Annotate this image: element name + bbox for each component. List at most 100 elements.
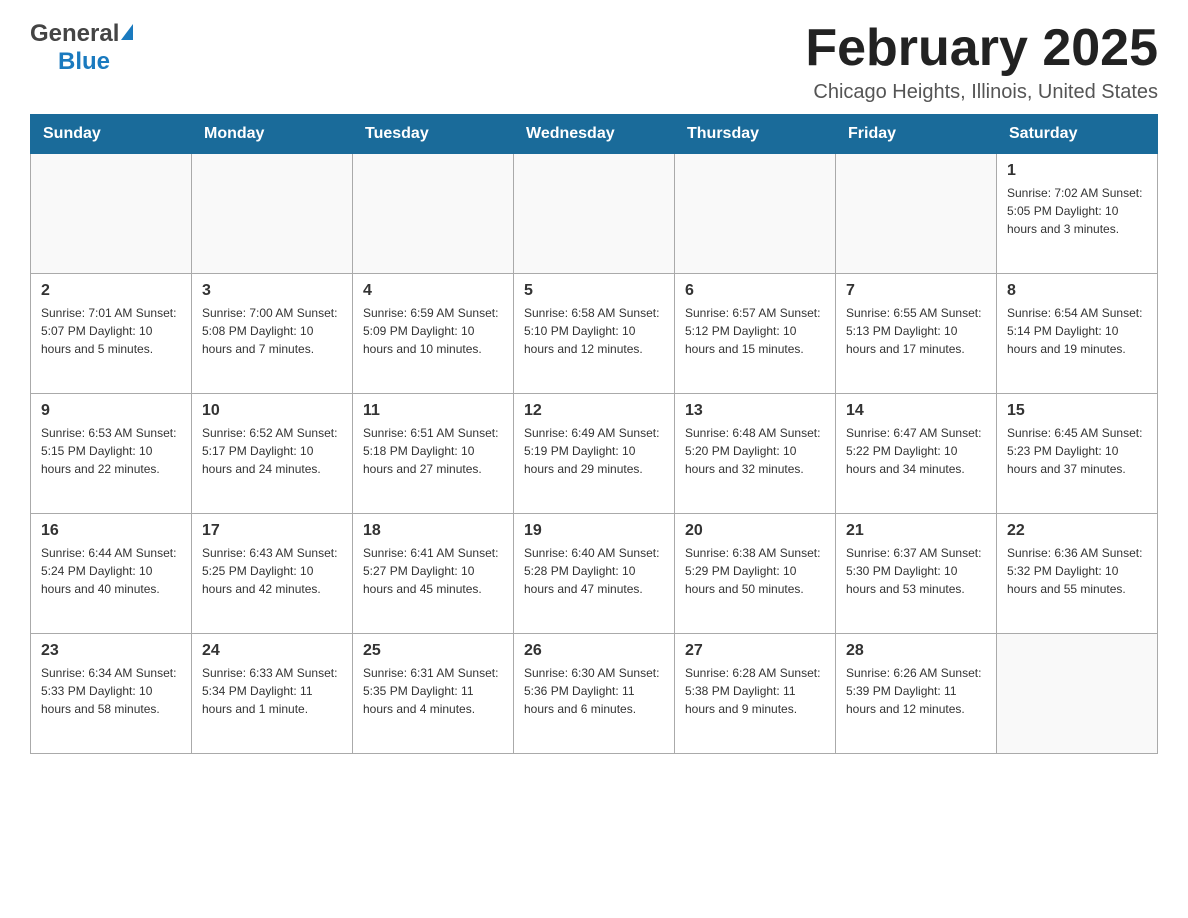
calendar-cell: 23 Sunrise: 6:34 AM Sunset: 5:33 PM Dayli… <box>31 634 192 754</box>
calendar-cell: 7 Sunrise: 6:55 AM Sunset: 5:13 PM Daylig… <box>836 274 997 394</box>
day-number: 23 <box>41 642 181 660</box>
column-header-monday: Monday <box>192 115 353 154</box>
day-info: Sunrise: 6:33 AM Sunset: 5:34 PM Dayligh… <box>202 664 342 718</box>
calendar-cell <box>353 154 514 274</box>
calendar-cell: 20 Sunrise: 6:38 AM Sunset: 5:29 PM Dayli… <box>675 514 836 634</box>
day-number: 15 <box>1007 402 1147 420</box>
day-number: 19 <box>524 522 664 540</box>
day-number: 27 <box>685 642 825 660</box>
day-info: Sunrise: 6:26 AM Sunset: 5:39 PM Dayligh… <box>846 664 986 718</box>
day-info: Sunrise: 6:44 AM Sunset: 5:24 PM Dayligh… <box>41 544 181 598</box>
day-number: 1 <box>1007 162 1147 180</box>
day-number: 18 <box>363 522 503 540</box>
calendar-cell: 14 Sunrise: 6:47 AM Sunset: 5:22 PM Dayli… <box>836 394 997 514</box>
day-info: Sunrise: 6:31 AM Sunset: 5:35 PM Dayligh… <box>363 664 503 718</box>
calendar-cell: 13 Sunrise: 6:48 AM Sunset: 5:20 PM Dayli… <box>675 394 836 514</box>
day-info: Sunrise: 6:40 AM Sunset: 5:28 PM Dayligh… <box>524 544 664 598</box>
calendar-cell: 1 Sunrise: 7:02 AM Sunset: 5:05 PM Daylig… <box>997 154 1158 274</box>
column-header-friday: Friday <box>836 115 997 154</box>
day-number: 21 <box>846 522 986 540</box>
calendar-cell <box>514 154 675 274</box>
day-number: 25 <box>363 642 503 660</box>
day-number: 14 <box>846 402 986 420</box>
day-number: 20 <box>685 522 825 540</box>
calendar-cell <box>31 154 192 274</box>
calendar-cell: 22 Sunrise: 6:36 AM Sunset: 5:32 PM Dayli… <box>997 514 1158 634</box>
calendar-cell: 2 Sunrise: 7:01 AM Sunset: 5:07 PM Daylig… <box>31 274 192 394</box>
day-number: 11 <box>363 402 503 420</box>
calendar-week-4: 16 Sunrise: 6:44 AM Sunset: 5:24 PM Dayli… <box>31 514 1158 634</box>
calendar-cell: 15 Sunrise: 6:45 AM Sunset: 5:23 PM Dayli… <box>997 394 1158 514</box>
calendar-cell: 3 Sunrise: 7:00 AM Sunset: 5:08 PM Daylig… <box>192 274 353 394</box>
day-info: Sunrise: 6:49 AM Sunset: 5:19 PM Dayligh… <box>524 424 664 478</box>
calendar-cell: 4 Sunrise: 6:59 AM Sunset: 5:09 PM Daylig… <box>353 274 514 394</box>
page-header: General Blue February 2025 Chicago Heigh… <box>30 20 1158 104</box>
day-info: Sunrise: 7:00 AM Sunset: 5:08 PM Dayligh… <box>202 304 342 358</box>
day-info: Sunrise: 6:30 AM Sunset: 5:36 PM Dayligh… <box>524 664 664 718</box>
day-number: 12 <box>524 402 664 420</box>
day-number: 13 <box>685 402 825 420</box>
day-info: Sunrise: 6:45 AM Sunset: 5:23 PM Dayligh… <box>1007 424 1147 478</box>
calendar-header-row: SundayMondayTuesdayWednesdayThursdayFrid… <box>31 115 1158 154</box>
day-info: Sunrise: 7:02 AM Sunset: 5:05 PM Dayligh… <box>1007 184 1147 238</box>
day-info: Sunrise: 6:48 AM Sunset: 5:20 PM Dayligh… <box>685 424 825 478</box>
day-number: 6 <box>685 282 825 300</box>
calendar-cell: 24 Sunrise: 6:33 AM Sunset: 5:34 PM Dayli… <box>192 634 353 754</box>
calendar-cell <box>836 154 997 274</box>
title-section: February 2025 Chicago Heights, Illinois,… <box>805 20 1158 104</box>
day-number: 28 <box>846 642 986 660</box>
day-number: 4 <box>363 282 503 300</box>
day-info: Sunrise: 6:59 AM Sunset: 5:09 PM Dayligh… <box>363 304 503 358</box>
logo-blue-text: Blue <box>58 48 110 76</box>
day-number: 3 <box>202 282 342 300</box>
day-number: 2 <box>41 282 181 300</box>
day-number: 8 <box>1007 282 1147 300</box>
calendar-cell <box>997 634 1158 754</box>
day-info: Sunrise: 6:51 AM Sunset: 5:18 PM Dayligh… <box>363 424 503 478</box>
day-info: Sunrise: 6:43 AM Sunset: 5:25 PM Dayligh… <box>202 544 342 598</box>
day-number: 26 <box>524 642 664 660</box>
day-info: Sunrise: 7:01 AM Sunset: 5:07 PM Dayligh… <box>41 304 181 358</box>
day-info: Sunrise: 6:57 AM Sunset: 5:12 PM Dayligh… <box>685 304 825 358</box>
calendar-week-3: 9Sunrise: 6:53 AM Sunset: 5:15 PM Daylig… <box>31 394 1158 514</box>
calendar-cell: 18Sunrise: 6:41 AM Sunset: 5:27 PM Dayli… <box>353 514 514 634</box>
day-info: Sunrise: 6:36 AM Sunset: 5:32 PM Dayligh… <box>1007 544 1147 598</box>
calendar-week-1: 1 Sunrise: 7:02 AM Sunset: 5:05 PM Daylig… <box>31 154 1158 274</box>
calendar-cell <box>192 154 353 274</box>
logo: General Blue <box>30 20 133 76</box>
calendar-cell: 8 Sunrise: 6:54 AM Sunset: 5:14 PM Daylig… <box>997 274 1158 394</box>
calendar-cell: 25 Sunrise: 6:31 AM Sunset: 5:35 PM Dayli… <box>353 634 514 754</box>
day-number: 24 <box>202 642 342 660</box>
day-number: 9 <box>41 402 181 420</box>
day-info: Sunrise: 6:55 AM Sunset: 5:13 PM Dayligh… <box>846 304 986 358</box>
calendar-cell: 6 Sunrise: 6:57 AM Sunset: 5:12 PM Daylig… <box>675 274 836 394</box>
day-number: 22 <box>1007 522 1147 540</box>
calendar-cell: 11 Sunrise: 6:51 AM Sunset: 5:18 PM Dayli… <box>353 394 514 514</box>
day-info: Sunrise: 6:38 AM Sunset: 5:29 PM Dayligh… <box>685 544 825 598</box>
calendar-cell: 26 Sunrise: 6:30 AM Sunset: 5:36 PM Dayli… <box>514 634 675 754</box>
calendar-cell: 5Sunrise: 6:58 AM Sunset: 5:10 PM Daylig… <box>514 274 675 394</box>
column-header-wednesday: Wednesday <box>514 115 675 154</box>
day-info: Sunrise: 6:28 AM Sunset: 5:38 PM Dayligh… <box>685 664 825 718</box>
calendar-cell <box>675 154 836 274</box>
day-info: Sunrise: 6:47 AM Sunset: 5:22 PM Dayligh… <box>846 424 986 478</box>
calendar-cell: 17 Sunrise: 6:43 AM Sunset: 5:25 PM Dayli… <box>192 514 353 634</box>
day-number: 7 <box>846 282 986 300</box>
month-title: February 2025 <box>805 20 1158 77</box>
day-number: 17 <box>202 522 342 540</box>
calendar-cell: 21 Sunrise: 6:37 AM Sunset: 5:30 PM Dayli… <box>836 514 997 634</box>
day-info: Sunrise: 6:34 AM Sunset: 5:33 PM Dayligh… <box>41 664 181 718</box>
calendar-cell: 16 Sunrise: 6:44 AM Sunset: 5:24 PM Dayli… <box>31 514 192 634</box>
column-header-thursday: Thursday <box>675 115 836 154</box>
calendar-cell: 9Sunrise: 6:53 AM Sunset: 5:15 PM Daylig… <box>31 394 192 514</box>
day-number: 10 <box>202 402 342 420</box>
calendar-week-5: 23 Sunrise: 6:34 AM Sunset: 5:33 PM Dayli… <box>31 634 1158 754</box>
calendar-cell: 10Sunrise: 6:52 AM Sunset: 5:17 PM Dayli… <box>192 394 353 514</box>
day-info: Sunrise: 6:54 AM Sunset: 5:14 PM Dayligh… <box>1007 304 1147 358</box>
day-number: 16 <box>41 522 181 540</box>
day-info: Sunrise: 6:37 AM Sunset: 5:30 PM Dayligh… <box>846 544 986 598</box>
calendar-table: SundayMondayTuesdayWednesdayThursdayFrid… <box>30 114 1158 754</box>
calendar-week-2: 2 Sunrise: 7:01 AM Sunset: 5:07 PM Daylig… <box>31 274 1158 394</box>
logo-triangle-icon <box>121 24 133 40</box>
calendar-cell: 12 Sunrise: 6:49 AM Sunset: 5:19 PM Dayli… <box>514 394 675 514</box>
